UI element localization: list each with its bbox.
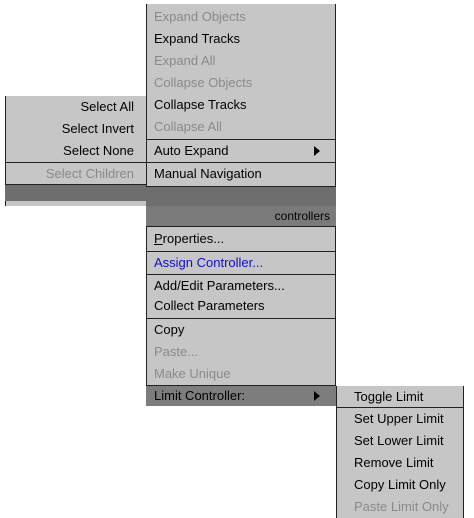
menu-item-label: Collect Parameters (154, 298, 265, 313)
menu-item-select-none[interactable]: Select None (5, 140, 146, 162)
limit-controller-submenu: Toggle Limit Set Upper Limit Set Lower L… (336, 386, 464, 518)
menu-item-label: Make Unique (154, 366, 231, 381)
select-menu: Select All Select Invert Select None Sel… (5, 96, 146, 206)
menu-item-label: Auto Expand (154, 143, 229, 158)
menu-item-set-lower-limit[interactable]: Set Lower Limit (336, 430, 464, 452)
menu-item-label: Collapse All (154, 119, 222, 134)
menu-item-select-invert[interactable]: Select Invert (5, 118, 146, 140)
menu-item-label: Limit Controller: (154, 388, 246, 403)
menu-item-label: Add/Edit Parameters... (154, 278, 285, 293)
menu-item-label: Expand All (154, 53, 216, 68)
menu-item-label: Collapse Tracks (154, 97, 247, 112)
controllers-menu: controllers Properties... Assign Control… (146, 206, 336, 406)
menu-item-label: Copy (154, 322, 185, 337)
menu-item-label: Collapse Objects (154, 75, 253, 90)
menu-item-auto-expand[interactable]: Auto Expand (146, 140, 336, 162)
menu-item-limit-controller[interactable]: Limit Controller: (146, 386, 336, 406)
menu-item-set-upper-limit[interactable]: Set Upper Limit (336, 408, 464, 430)
menu-item-select-children[interactable]: Select Children (5, 163, 146, 185)
menu-item-select-all[interactable]: Select All (5, 96, 146, 118)
menu-item-label: Manual Navigation (154, 166, 262, 181)
menu-item-expand-objects[interactable]: Expand Objects (146, 6, 336, 28)
triangle-right-icon (314, 391, 320, 401)
menu-item-expand-all[interactable]: Expand All (146, 50, 336, 72)
menu-item-label: Select None (63, 143, 134, 158)
menu-item-label: Remove Limit (354, 455, 434, 470)
menu-item-label: Expand Objects (154, 9, 246, 24)
menu-item-paste-limit-only[interactable]: Paste Limit Only (336, 496, 464, 518)
menu-item-manual-navigation[interactable]: Manual Navigation (146, 163, 336, 185)
menu-item-mnemonic: P (154, 231, 163, 246)
menu-item-label: Set Lower Limit (354, 433, 444, 448)
menu-item-make-unique[interactable]: Make Unique (146, 363, 336, 385)
menu-item-copy-limit-only[interactable]: Copy Limit Only (336, 474, 464, 496)
menu-separator (146, 226, 336, 227)
menu-item-label: Copy Limit Only (354, 477, 446, 492)
menu-item-label: Select Invert (61, 121, 134, 136)
menu-item-label: Select Children (45, 166, 134, 181)
menu-item-expand-tracks[interactable]: Expand Tracks (146, 28, 336, 50)
menu-item-properties[interactable]: Properties... (146, 228, 336, 250)
menu-item-toggle-limit[interactable]: Toggle Limit (336, 386, 464, 408)
menu-item-remove-limit[interactable]: Remove Limit (336, 452, 464, 474)
menu-item-add-edit-parameters[interactable]: Add/Edit Parameters... (146, 275, 336, 297)
menu-item-label: roperties... (162, 231, 225, 246)
menu-item-label: Select All (80, 99, 134, 114)
menu-item-paste[interactable]: Paste... (146, 341, 336, 363)
menu-item-collapse-all[interactable]: Collapse All (146, 116, 336, 138)
menu-item-label: Toggle Limit (354, 389, 424, 404)
menu-item-assign-controller[interactable]: Assign Controller... (146, 252, 336, 274)
menu-item-label: Assign Controller... (154, 255, 264, 270)
menu-item-copy[interactable]: Copy (146, 319, 336, 341)
menu-footer-strip (146, 187, 336, 206)
menu-item-collapse-objects[interactable]: Collapse Objects (146, 72, 336, 94)
menu-item-label: Paste... (154, 344, 199, 359)
menu-item-label: Paste Limit Only (354, 499, 449, 514)
menu-item-collect-parameters[interactable]: Collect Parameters (146, 295, 336, 317)
menu-item-label: Expand Tracks (154, 31, 240, 46)
expand-menu: Expand Objects Expand Tracks Expand All … (146, 4, 336, 206)
triangle-right-icon (314, 146, 320, 156)
menu-item-collapse-tracks[interactable]: Collapse Tracks (146, 94, 336, 116)
menu-item-label: Set Upper Limit (354, 411, 444, 426)
menu-footer-strip (5, 185, 146, 201)
controllers-menu-header: controllers (146, 206, 336, 226)
